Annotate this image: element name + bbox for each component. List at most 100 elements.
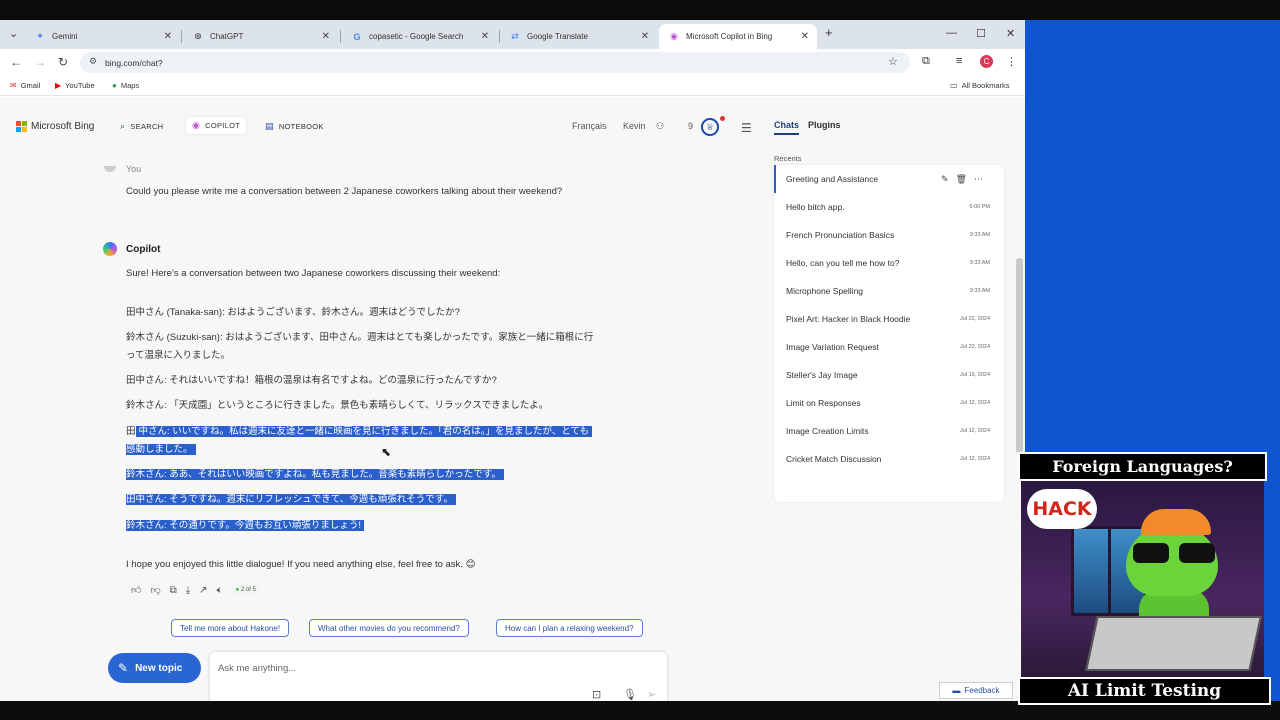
feedback-label: Feedback: [964, 686, 1000, 695]
bookmark-star-icon[interactable]: ☆: [888, 55, 898, 68]
edit-icon[interactable]: ✎: [941, 174, 956, 184]
frog-cap: [1141, 509, 1211, 535]
bookmark-label: Gmail: [20, 81, 41, 90]
recent-chat-item[interactable]: Pixel Art: Hacker in Black Hoodie Jul 22,…: [774, 305, 1004, 333]
send-icon[interactable]: ➢: [647, 688, 656, 701]
maximize-button[interactable]: ☐: [976, 27, 986, 40]
tab-title: Gemini: [52, 32, 78, 41]
tab-chatgpt[interactable]: ⊛ ChatGPT ✕: [183, 24, 338, 49]
minimize-button[interactable]: —: [946, 27, 957, 39]
more-icon[interactable]: ⋯: [974, 174, 990, 184]
top-black-bar: [0, 0, 1280, 20]
response-outro: I hope you enjoyed this little dialogue!…: [126, 559, 476, 570]
recent-chat-item[interactable]: Steller's Jay Image Jul 19, 2024: [774, 361, 1004, 389]
recent-title: Greeting and Assistance: [786, 174, 879, 184]
share-icon[interactable]: ↗: [199, 585, 207, 596]
bookmarks-bar: ✉ Gmail ▶ YouTube ● Maps ▭ All Bookmarks: [0, 76, 1025, 96]
recent-chat-item[interactable]: Limit on Responses Jul 12, 2024: [774, 389, 1004, 417]
tab-gemini[interactable]: ✦ Gemini ✕: [25, 24, 180, 49]
new-tab-button[interactable]: +: [825, 25, 833, 40]
delete-icon[interactable]: 🗑︎: [956, 174, 974, 184]
close-icon[interactable]: ✕: [322, 31, 330, 42]
close-icon[interactable]: ✕: [481, 31, 489, 42]
recent-chat-item[interactable]: Hello, can you tell me how to? 9:33 AM: [774, 249, 1004, 277]
recents-list: Greeting and Assistance ✎🗑︎⋯ Hello bitch…: [774, 165, 1004, 502]
microsoft-logo-icon: [16, 121, 27, 132]
url-field[interactable]: ⚙ bing.com/chat?: [80, 52, 910, 73]
tab-title: copasetic - Google Search: [369, 32, 464, 41]
tab-divider: [340, 30, 341, 43]
tab-search-icon[interactable]: ⌄: [9, 27, 18, 40]
new-topic-button[interactable]: ✎ New topic: [108, 653, 201, 683]
close-icon[interactable]: ✕: [641, 31, 649, 42]
chat-input[interactable]: [218, 660, 618, 676]
thumbs-up-icon[interactable]: 👍︎: [131, 584, 141, 596]
extensions-icon[interactable]: ⧉: [922, 55, 930, 68]
read-aloud-icon[interactable]: 🔈︎: [217, 585, 223, 596]
image-input-icon[interactable]: ⊡: [592, 688, 601, 701]
page-scrollbar[interactable]: [1016, 258, 1023, 453]
browser-window: ⌄ ✦ Gemini ✕ ⊛ ChatGPT ✕ G copasetic - G…: [0, 20, 1025, 701]
recent-date: Jul 22, 2024: [960, 316, 990, 322]
recent-chat-item[interactable]: Greeting and Assistance ✎🗑︎⋯: [774, 165, 1004, 193]
all-bookmarks[interactable]: ▭ All Bookmarks: [950, 81, 1010, 90]
tab-title: Google Translate: [527, 32, 588, 41]
copilot-icon: ◉: [192, 120, 201, 130]
recent-chat-item[interactable]: French Pronunciation Basics 9:33 AM: [774, 221, 1004, 249]
forward-arrow-icon[interactable]: →: [34, 55, 46, 69]
tab-google-translate[interactable]: ⇄ Google Translate ✕: [500, 24, 657, 49]
hamburger-menu-icon[interactable]: ☰: [741, 121, 752, 135]
recent-title: Microphone Spelling: [786, 286, 864, 296]
suggestion-chip[interactable]: Tell me more about Hakone!: [171, 619, 290, 637]
recent-title: Hello bitch app.: [786, 202, 845, 212]
site-info-icon[interactable]: ⚙: [89, 56, 97, 67]
tab-google-search[interactable]: G copasetic - Google Search ✕: [342, 24, 497, 49]
bing-header: Microsoft Bing ⌕ SEARCH ◉ COPILOT ▤ NOTE…: [0, 97, 765, 147]
response-intro: Sure! Here’s a conversation between two …: [126, 268, 501, 279]
nav-search[interactable]: ⌕ SEARCH: [120, 121, 163, 132]
microphone-icon[interactable]: 🎙︎: [623, 688, 637, 701]
bookmark-youtube[interactable]: ▶ YouTube: [55, 81, 95, 90]
more-options-icon[interactable]: ⋮: [1006, 55, 1017, 68]
close-window-button[interactable]: ✕: [1006, 27, 1015, 40]
recent-chat-item[interactable]: Microphone Spelling 9:33 AM: [774, 277, 1004, 305]
nav-notebook[interactable]: ▤ NOTEBOOK: [265, 121, 324, 132]
dialogue-line-selected: 田中さん: いいですね。私は週末に友達と一緒に映画を見に行きました。「君の名は。…: [126, 423, 593, 440]
language-link[interactable]: Français: [572, 121, 607, 131]
bookmark-label: All Bookmarks: [961, 81, 1010, 90]
user-icon[interactable]: ⚇: [656, 121, 664, 132]
recent-chat-item[interactable]: Image Variation Request Jul 22, 2024: [774, 333, 1004, 361]
download-icon[interactable]: ⤓: [186, 585, 190, 596]
media-icon[interactable]: ≡: [956, 55, 962, 67]
suggestion-chip[interactable]: How can I plan a relaxing weekend?: [496, 619, 643, 637]
copy-icon[interactable]: ⧉: [170, 585, 177, 596]
dialogue-line: 鈴木さん: 「天成園」というところに行きました。景色も素晴らしくて、リラックスで…: [126, 400, 549, 411]
close-icon[interactable]: ✕: [801, 31, 809, 42]
tab-chats[interactable]: Chats: [774, 120, 800, 135]
dialogue-line: 田中さん: それはいいですね！箱根の温泉は有名ですよね。どの温泉に行ったんですか…: [126, 375, 497, 386]
close-icon[interactable]: ✕: [164, 31, 172, 42]
nav-label: COPILOT: [205, 121, 241, 130]
bing-logo[interactable]: Microsoft Bing: [16, 121, 94, 132]
recent-title: Limit on Responses: [786, 398, 861, 408]
suggestion-text: What other movies do you recommend?: [318, 623, 460, 633]
recent-chat-item[interactable]: Hello bitch app. 6:00 PM: [774, 193, 1004, 221]
nav-copilot[interactable]: ◉ COPILOT: [186, 117, 247, 134]
profile-avatar[interactable]: C: [980, 55, 993, 68]
back-arrow-icon[interactable]: ←: [10, 55, 22, 69]
bookmark-maps[interactable]: ● Maps: [112, 81, 139, 90]
thumbs-down-icon[interactable]: 👎︎: [150, 584, 160, 596]
tab-plugins[interactable]: Plugins: [808, 120, 841, 130]
recent-title: Image Creation Limits: [786, 426, 869, 436]
user-name[interactable]: Kevin: [623, 121, 646, 131]
recent-chat-item[interactable]: Image Creation Limits Jul 12, 2024: [774, 417, 1004, 445]
reload-icon[interactable]: ↻: [58, 55, 68, 69]
suggestion-chip[interactable]: What other movies do you recommend?: [309, 619, 469, 637]
bookmark-gmail[interactable]: ✉ Gmail: [10, 81, 40, 90]
rewards-trophy-icon[interactable]: ♕: [701, 118, 719, 136]
feedback-button[interactable]: ▬ Feedback: [939, 682, 1013, 699]
recent-chat-item[interactable]: Cricket Match Discussion Jul 12, 2024: [774, 445, 1004, 473]
tab-copilot[interactable]: ◉ Microsoft Copilot in Bing ✕: [659, 24, 817, 49]
selected-text: 田中さん: そうですね。週末にリフレッシュできて、今週も頑張れそうです。: [126, 494, 456, 505]
translate-icon: ⇄: [511, 31, 519, 41]
